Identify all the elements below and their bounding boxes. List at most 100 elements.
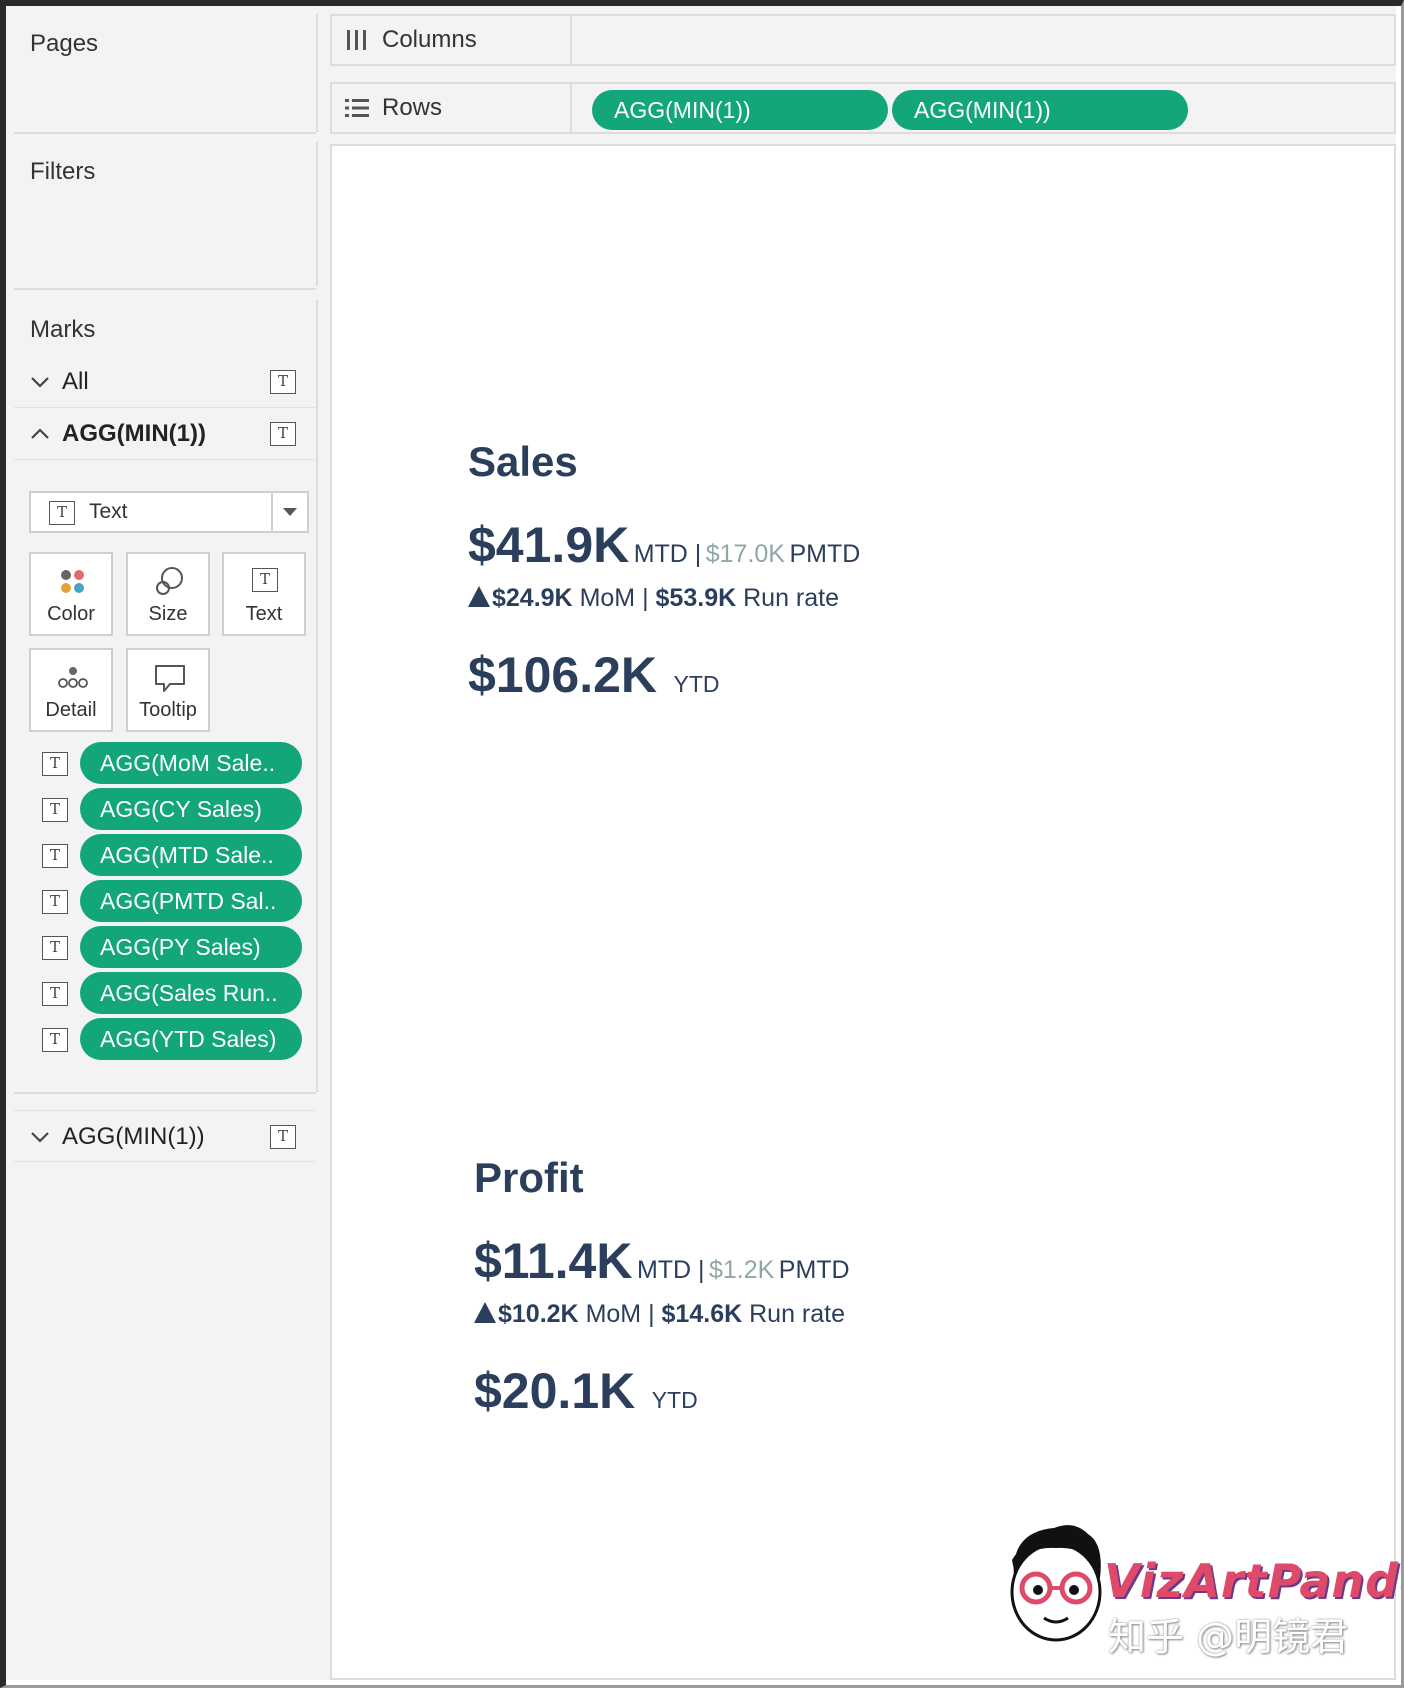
mark-type-value: Text (89, 500, 128, 523)
field-pill[interactable]: AGG(CY Sales) (80, 788, 302, 830)
watermark: VizArtPandey 知乎 @明镜君 (996, 1518, 1404, 1668)
color-card[interactable]: Color (29, 552, 113, 636)
sales-mtd-unit: MTD | (633, 540, 702, 568)
marks-all-row[interactable]: All T (14, 356, 316, 408)
view-canvas[interactable]: Sales $41.9K MTD | $17.0K PMTD $24.9K Mo… (330, 144, 1396, 1680)
profit-pmtd-value: $1.2K (708, 1256, 775, 1284)
text-mark-icon: T (42, 844, 68, 868)
profit-mtd-line: $11.4K MTD | $1.2K PMTD (474, 1232, 850, 1290)
sales-mom-value: $24.9K (492, 584, 573, 612)
text-mark-icon: T (42, 752, 68, 776)
size-card-label: Size (148, 603, 188, 625)
text-mark-icon: T (42, 798, 68, 822)
profit-pmtd-unit: PMTD (778, 1256, 850, 1284)
profit-mom-unit: MoM | (585, 1300, 655, 1328)
text-card[interactable]: T Text (222, 552, 306, 636)
sales-pmtd-unit: PMTD (789, 540, 861, 568)
text-card-label: Text (245, 603, 283, 625)
field-pill[interactable]: AGG(MoM Sale.. (80, 742, 302, 784)
rows-pill[interactable]: AGG(MIN(1)) (892, 90, 1188, 130)
sales-ytd-value: $106.2K (468, 647, 658, 703)
chevron-down-icon[interactable] (28, 370, 52, 394)
columns-shelf-label-area: Columns (332, 16, 572, 64)
sales-title: Sales (468, 438, 578, 485)
sales-mtd-value: $41.9K (468, 517, 630, 573)
marks-all-label: All (62, 368, 89, 395)
text-card-icon: T (252, 568, 278, 592)
color-card-label: Color (47, 603, 95, 625)
text-mark-icon: T (42, 982, 68, 1006)
sales-ytd-line: $106.2K YTD (468, 646, 720, 704)
columns-shelf[interactable]: Columns (330, 14, 1396, 66)
text-mark-icon: T (42, 936, 68, 960)
avatar-face-icon (1010, 1525, 1102, 1642)
tooltip-bubble-icon (155, 665, 185, 692)
dropdown-divider (271, 493, 273, 531)
sales-run-value: $53.9K (655, 584, 737, 612)
profit-title: Profit (474, 1154, 584, 1201)
sales-run-unit: Run rate (743, 584, 839, 612)
marks-title: Marks (30, 316, 96, 343)
up-triangle-icon (468, 586, 490, 607)
profit-run-value: $14.6K (661, 1300, 743, 1328)
chevron-up-icon[interactable] (28, 422, 52, 446)
size-card[interactable]: Size (126, 552, 210, 636)
marks-group1-row[interactable]: AGG(MIN(1)) T (14, 408, 316, 460)
text-mark-icon: T (42, 890, 68, 914)
divider (14, 132, 316, 134)
profit-kpi: Profit $11.4K MTD | $1.2K PMTD $10.2K Mo… (474, 1154, 850, 1419)
columns-shelf-label: Columns (382, 26, 477, 53)
marks-group2-row[interactable]: AGG(MIN(1)) T (14, 1110, 316, 1162)
divider (14, 1092, 316, 1094)
divider (14, 288, 316, 290)
text-mark-icon: T (270, 422, 296, 446)
field-pill[interactable]: AGG(YTD Sales) (80, 1018, 302, 1060)
pages-pane[interactable]: Pages (14, 14, 318, 132)
profit-ytd-value: $20.1K (474, 1363, 636, 1419)
marks-group2-label: AGG(MIN(1)) (62, 1123, 205, 1150)
mark-type-dropdown[interactable]: T Text (29, 491, 309, 533)
tooltip-card[interactable]: Tooltip (126, 648, 210, 732)
columns-icon (347, 30, 366, 50)
profit-ytd-line: $20.1K YTD (474, 1362, 698, 1420)
text-mark-icon: T (270, 1125, 296, 1149)
filters-title: Filters (30, 158, 96, 185)
rows-icon (345, 99, 369, 117)
watermark-zhihu: 知乎 @明镜君 (1108, 1615, 1349, 1659)
field-pill[interactable]: AGG(MTD Sale.. (80, 834, 302, 876)
sales-mom-unit: MoM | (579, 584, 649, 612)
color-dots-icon (61, 570, 84, 593)
rows-shelf[interactable]: Rows AGG(MIN(1)) AGG(MIN(1)) (330, 82, 1396, 134)
field-pill[interactable]: AGG(PMTD Sal.. (80, 880, 302, 922)
text-mark-icon: T (49, 501, 75, 525)
marks-group1-label: AGG(MIN(1)) (62, 420, 206, 447)
watermark-brand: VizArtPandey (1104, 1554, 1404, 1608)
sales-mom-line: $24.9K MoM | $53.9K Run rate (468, 584, 839, 613)
rows-pill[interactable]: AGG(MIN(1)) (592, 90, 888, 130)
field-pill[interactable]: AGG(PY Sales) (80, 926, 302, 968)
sales-ytd-unit: YTD (673, 671, 720, 697)
field-pill[interactable]: AGG(Sales Run.. (80, 972, 302, 1014)
size-circles-icon (156, 567, 183, 595)
pages-title: Pages (30, 30, 99, 57)
up-triangle-icon (474, 1302, 496, 1323)
text-mark-icon: T (42, 1028, 68, 1052)
dropdown-arrow-icon[interactable] (283, 508, 297, 516)
filters-pane[interactable]: Filters (14, 142, 318, 286)
chevron-down-icon[interactable] (28, 1125, 52, 1149)
profit-ytd-unit: YTD (651, 1387, 698, 1413)
sales-pmtd-value: $17.0K (705, 540, 785, 568)
tableau-workspace: Pages Filters Marks All T AGG(MIN(1)) T … (6, 6, 1404, 1680)
sales-kpi: Sales $41.9K MTD | $17.0K PMTD $24.9K Mo… (468, 438, 860, 703)
profit-mom-value: $10.2K (498, 1300, 579, 1328)
profit-run-unit: Run rate (749, 1300, 845, 1328)
text-mark-icon: T (270, 370, 296, 394)
detail-dots-icon (58, 667, 88, 688)
profit-mtd-unit: MTD | (636, 1256, 705, 1284)
profit-mtd-value: $11.4K (474, 1233, 633, 1289)
sales-mtd-line: $41.9K MTD | $17.0K PMTD (468, 516, 860, 574)
rows-shelf-label-area: Rows (332, 84, 572, 132)
rows-shelf-label: Rows (382, 94, 443, 121)
detail-card[interactable]: Detail (29, 648, 113, 732)
detail-card-label: Detail (45, 699, 97, 721)
